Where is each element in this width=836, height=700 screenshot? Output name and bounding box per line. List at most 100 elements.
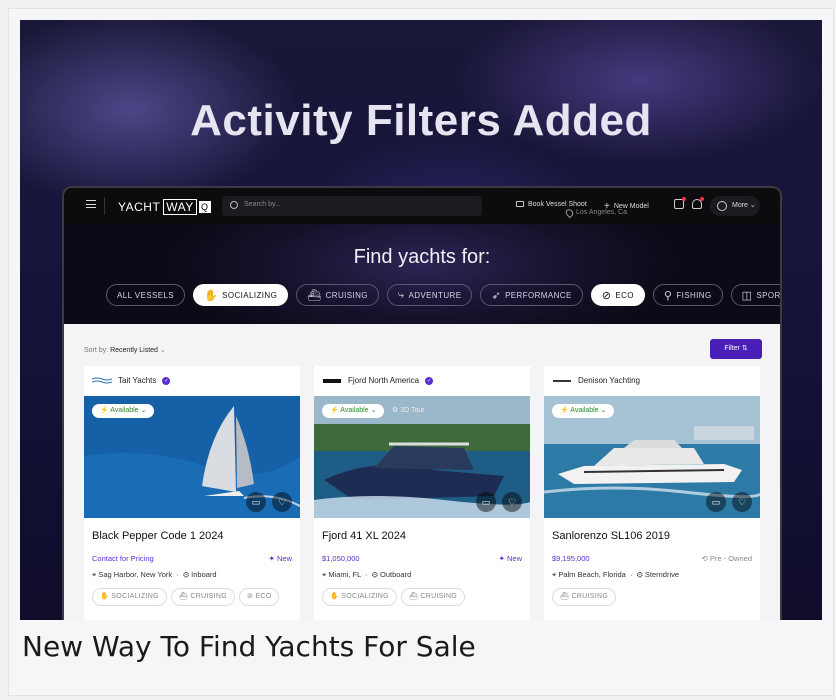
availability-badge[interactable]: ⚡ Available ⌄ <box>92 404 155 418</box>
chip-label: SOCIALIZING <box>222 290 278 300</box>
availability-text: Available <box>340 407 369 414</box>
compare-icon[interactable]: ▭ <box>476 492 496 512</box>
brand-row: Denison Yachting <box>552 376 640 385</box>
chip-performance[interactable]: ➶ PERFORMANCE <box>480 284 583 306</box>
brand-row: Tait Yachts ✓ <box>92 376 171 385</box>
search-input[interactable]: Search by... Los Angeles, Ca <box>222 196 627 219</box>
tag-text: CRUISING <box>420 593 457 600</box>
availability-text: Available <box>110 407 139 414</box>
chip-adventure[interactable]: ⤷ ADVENTURE <box>386 284 473 306</box>
yacht-card[interactable]: Tait Yachts ✓ ⚡ Available ⌄ ▭ ♡ Black Pe… <box>84 366 300 620</box>
chip-socializing[interactable]: ✋ SOCIALIZING <box>193 284 289 306</box>
yacht-name[interactable]: Black Pepper Code 1 2024 <box>92 530 223 542</box>
compare-icon[interactable]: ▭ <box>246 492 266 512</box>
nav-divider <box>104 197 105 215</box>
yacht-name[interactable]: Fjord 41 XL 2024 <box>322 530 406 542</box>
heart-icon[interactable]: ♡ <box>502 492 522 512</box>
yacht-price: $9,195,000 <box>552 554 590 563</box>
logo-way-text: WAY <box>163 199 197 215</box>
sort-dropdown[interactable]: Sort by: Recently Listed ⌄ <box>84 346 166 354</box>
boat-icon: ⛴ <box>307 289 322 302</box>
menu-icon[interactable] <box>86 200 96 208</box>
hand-icon: ✋ <box>204 289 219 302</box>
route-icon: ⤷ <box>397 288 405 301</box>
tag-socializing: ✋ SOCIALIZING <box>92 588 167 606</box>
new-model-label: New Model <box>613 203 649 210</box>
yacht-photo[interactable]: ⚡ Available ⌄ ⚙ 3D Tour ▭ ♡ <box>314 396 530 518</box>
search-placeholder: Search by... <box>244 201 281 208</box>
yacht-location: Miami, FL <box>328 570 361 579</box>
3d-tour-text: 3D Tour <box>400 407 425 414</box>
logo-search-icon: Q <box>198 201 211 213</box>
chip-eco[interactable]: ⊘ ECO <box>590 284 645 306</box>
tag-text: CRUISING <box>571 593 609 600</box>
yacht-card[interactable]: Denison Yachting ⚡ Available ⌄ ▭ ♡ Sanlo… <box>544 366 760 620</box>
availability-text: Available <box>570 407 599 414</box>
yacht-name[interactable]: Sanlorenzo SL106 2019 <box>552 530 670 542</box>
listing-status: ⟲ Pre - Owned <box>701 554 752 563</box>
verified-icon: ✓ <box>425 376 434 385</box>
search-icon <box>230 201 238 209</box>
3d-tour-badge[interactable]: ⚙ 3D Tour <box>392 404 425 418</box>
yacht-photo[interactable]: ⚡ Available ⌄ ▭ ♡ <box>544 396 760 518</box>
listing-status: ✦ New <box>268 554 292 563</box>
more-menu-button[interactable]: More ⌄ <box>710 196 760 216</box>
logo-main-text: YACHT <box>118 200 161 214</box>
denison-logo-icon <box>553 379 571 382</box>
engine-type: Sterndrive <box>644 570 680 579</box>
engine-icon: ⚙ <box>636 570 643 579</box>
fjord-logo-icon <box>323 378 341 383</box>
tag-socializing: ✋ SOCIALIZING <box>322 588 397 606</box>
tag-text: SOCIALIZING <box>111 593 159 600</box>
engine-icon: ⚙ <box>371 570 378 579</box>
heart-icon[interactable]: ♡ <box>272 492 292 512</box>
activity-chips: ALL VESSELS ✋ SOCIALIZING ⛴ CRUISING ⤷ ADVE… <box>106 284 781 306</box>
filter-button[interactable]: Filter ⇅ <box>710 339 762 359</box>
yacht-location: Palm Beach, Florida <box>558 570 626 579</box>
chip-sports[interactable]: ◫SPORTS <box>730 284 781 306</box>
tag-cruising: ⛴ CRUISING <box>552 588 617 606</box>
notifications-icon[interactable] <box>674 197 686 209</box>
tait-logo-icon <box>92 377 112 383</box>
yacht-meta: ⌖ Miami, FL · ⚙ Outboard <box>322 570 412 579</box>
chip-label: SPORTS <box>756 290 781 300</box>
yacht-location: Sag Harbor, New York <box>98 570 173 579</box>
yacht-photo[interactable]: ⚡ Available ⌄ ▭ ♡ <box>84 396 300 518</box>
speed-icon: ➶ <box>491 289 502 302</box>
book-shoot-label: Book Vessel Shoot <box>528 201 587 208</box>
chip-all-vessels[interactable]: ALL VESSELS <box>106 284 186 306</box>
notification-dot <box>682 197 686 201</box>
yacht-card[interactable]: Fjord North America ✓ ⚡ Available ⌄ ⚙ 3D… <box>314 366 530 620</box>
chip-label: FISHING <box>676 290 712 300</box>
yacht-price: Contact for Pricing <box>92 554 154 563</box>
location-pin-icon: ⌖ <box>552 570 557 579</box>
chip-fishing[interactable]: ⚲ FISHING <box>652 284 723 306</box>
caption-title: New Way To Find Yachts For Sale <box>22 630 476 663</box>
hero-banner: Activity Filters Added YACHT WAY Q Searc… <box>20 20 822 620</box>
book-vessel-shoot-button[interactable]: Book Vessel Shoot <box>516 201 587 208</box>
hero-title: Activity Filters Added <box>190 96 652 145</box>
availability-badge[interactable]: ⚡ Available ⌄ <box>552 404 615 418</box>
leaf-icon: ⊘ <box>601 289 612 302</box>
sort-value: Recently Listed <box>110 347 158 354</box>
tag-cruising: ⛴ CRUISING <box>170 588 235 606</box>
heart-icon[interactable]: ♡ <box>732 492 752 512</box>
chip-label: ALL VESSELS <box>117 290 175 300</box>
new-model-button[interactable]: + New Model <box>604 201 649 212</box>
user-icon <box>717 201 727 211</box>
bell-icon[interactable] <box>692 197 704 209</box>
tag-text: SOCIALIZING <box>341 593 389 600</box>
more-label: More <box>732 202 748 209</box>
listing-status: ✦ New <box>498 554 522 563</box>
plus-icon: + <box>604 201 610 212</box>
availability-badge[interactable]: ⚡ Available ⌄ <box>322 404 385 418</box>
fish-icon: ⚲ <box>663 289 673 302</box>
compare-icon[interactable]: ▭ <box>706 492 726 512</box>
yachtway-logo[interactable]: YACHT WAY Q <box>118 199 211 215</box>
location-pin-icon: ⌖ <box>322 570 327 579</box>
tag-eco: ⊘ ECO <box>238 588 280 606</box>
activity-tags: ✋ SOCIALIZING ⛴ CRUISING ⊘ ECO <box>92 588 280 606</box>
chip-cruising[interactable]: ⛴ CRUISING <box>296 284 379 306</box>
chip-label: ECO <box>615 290 634 300</box>
chip-label: CRUISING <box>325 290 368 300</box>
